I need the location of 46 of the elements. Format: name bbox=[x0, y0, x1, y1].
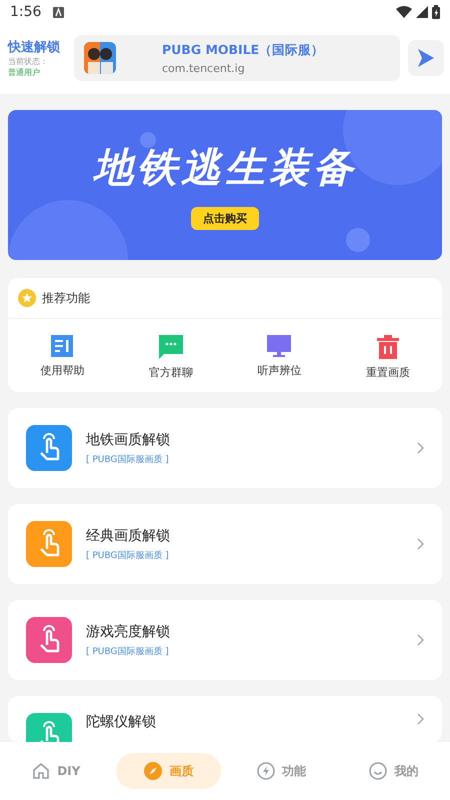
monitor-icon bbox=[267, 335, 292, 357]
unlock-card[interactable]: 游戏亮度解锁 [ PUBG国际服画质 ] bbox=[8, 600, 442, 680]
app-name: PUBG MOBILE（国际服） bbox=[162, 42, 326, 58]
banner-headline: 地铁逃生装备 bbox=[93, 144, 357, 193]
card-title: 陀螺仪解锁 bbox=[86, 713, 157, 731]
battery-icon bbox=[432, 5, 440, 19]
play-icon bbox=[418, 49, 434, 67]
decor-circle bbox=[346, 228, 370, 252]
feature-shortcut[interactable]: 重置画质 bbox=[334, 335, 442, 380]
unlock-card[interactable]: 经典画质解锁 [ PUBG国际服画质 ] bbox=[8, 504, 442, 584]
buy-button[interactable]: 点击购买 bbox=[191, 207, 259, 230]
decor-circle bbox=[140, 132, 156, 148]
card-title: 经典画质解锁 bbox=[86, 526, 171, 544]
home-icon bbox=[32, 762, 50, 780]
app-card[interactable]: PUBG MOBILE（国际服） com.tencent.ig bbox=[74, 35, 400, 81]
card-title: 地铁画质解锁 bbox=[86, 430, 171, 448]
card-subtitle: [ PUBG国际服画质 ] bbox=[86, 550, 170, 562]
chevron-icon bbox=[417, 634, 424, 646]
chevron-icon bbox=[417, 713, 424, 725]
document-icon bbox=[51, 335, 74, 357]
lightning-icon bbox=[256, 762, 275, 780]
notification-icon bbox=[53, 6, 64, 18]
trash-icon bbox=[376, 335, 399, 359]
launch-button[interactable] bbox=[408, 40, 444, 76]
card-subtitle: [ PUBG国际服画质 ] bbox=[86, 454, 170, 466]
chevron-icon bbox=[417, 442, 424, 454]
feature-shortcut[interactable]: 使用帮助 bbox=[8, 335, 116, 380]
signal-icon bbox=[416, 6, 428, 18]
status-value: 普通用户 bbox=[8, 67, 41, 78]
package-name: com.tencent.ig bbox=[162, 62, 246, 74]
card-title: 游戏亮度解锁 bbox=[86, 622, 171, 640]
unlock-card[interactable]: 陀螺仪解锁 bbox=[8, 696, 442, 742]
chevron-icon bbox=[417, 538, 424, 550]
clock: 1:56 bbox=[10, 4, 42, 20]
card-subtitle: [ PUBG国际服画质 ] bbox=[86, 646, 170, 658]
unlock-card[interactable]: 地铁画质解锁 [ PUBG国际服画质 ] bbox=[8, 408, 442, 488]
section-title: 快速解锁 bbox=[8, 39, 61, 56]
status-label: 当前状态： bbox=[8, 56, 49, 67]
smile-icon bbox=[369, 762, 388, 780]
wifi-icon bbox=[396, 6, 412, 18]
promo-banner[interactable]: 地铁逃生装备 点击购买 bbox=[8, 110, 442, 260]
chat-icon bbox=[158, 335, 183, 359]
feature-shortcut[interactable]: 官方群聊 bbox=[116, 335, 225, 380]
feature-shortcut[interactable]: 听声辨位 bbox=[225, 335, 334, 380]
compass-icon bbox=[144, 762, 162, 780]
card-title: 推荐功能 bbox=[42, 290, 90, 306]
